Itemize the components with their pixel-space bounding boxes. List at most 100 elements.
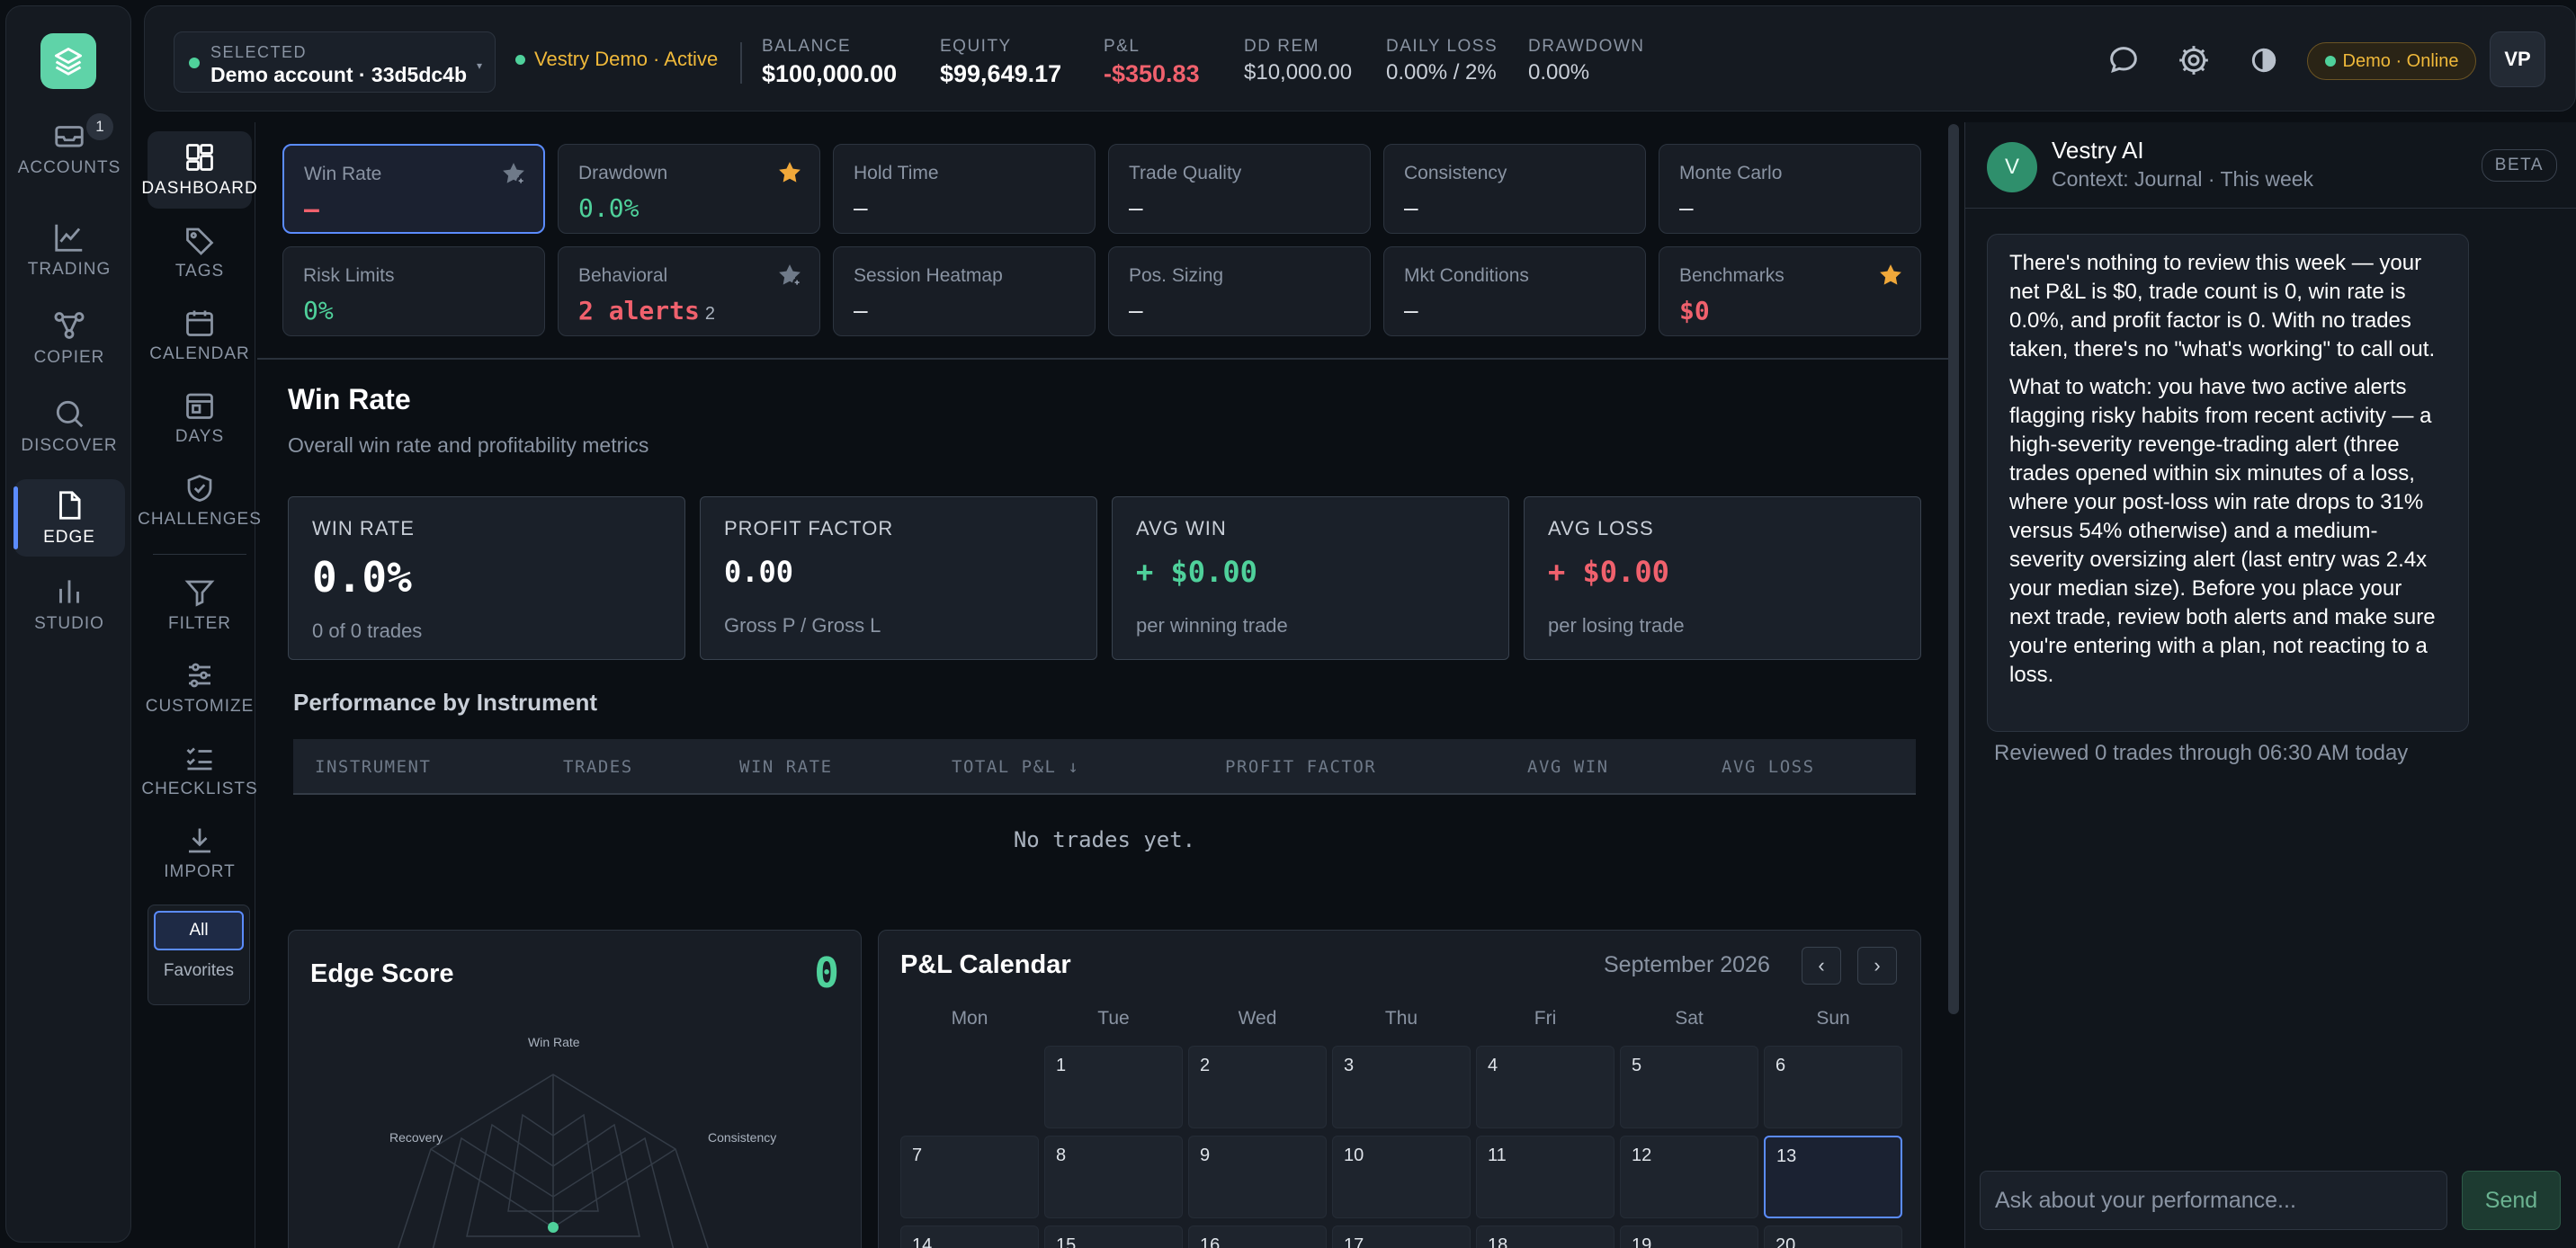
calendar-day[interactable]: 12 (1620, 1136, 1758, 1218)
widget-card-mkt-conditions[interactable]: Mkt Conditions – (1383, 246, 1646, 336)
subnav-item-calendar[interactable]: CALENDAR (148, 297, 252, 374)
calendar-day[interactable]: 5 (1620, 1046, 1758, 1128)
calendar-day[interactable]: 1 (1044, 1046, 1183, 1128)
stat-value: $10,000.00 (1244, 60, 1353, 85)
widget-card-monte-carlo[interactable]: Monte Carlo – (1659, 144, 1921, 234)
stat-dd-rem: DD REM $10,000.00 (1244, 37, 1352, 85)
account-selector-value: Demo account · 33d5dc4b (210, 63, 468, 86)
scope-favorites-button[interactable]: Favorites (148, 961, 249, 981)
calendar-day-number: 12 (1632, 1145, 1652, 1165)
stat-value: $99,649.17 (940, 60, 1062, 87)
widget-card-label: Pos. Sizing (1129, 265, 1224, 286)
star-add-icon[interactable] (500, 160, 527, 187)
calendar-day[interactable]: 18 (1476, 1226, 1614, 1248)
ai-assistant-panel: V Vestry AI Context: Journal · This week… (1964, 122, 2576, 1248)
calendar-day-number: 13 (1776, 1146, 1797, 1166)
calendar-day[interactable]: 11 (1476, 1136, 1614, 1218)
widget-card-risk-limits[interactable]: Risk Limits 0% (282, 246, 545, 336)
table-title: Performance by Instrument (293, 689, 598, 716)
calendar-day[interactable]: 2 (1188, 1046, 1327, 1128)
calendar-day[interactable]: 15 (1044, 1226, 1183, 1248)
gear-icon[interactable] (2176, 42, 2212, 78)
app-logo-icon[interactable] (40, 33, 96, 89)
widget-card-session-heatmap[interactable]: Session Heatmap – (833, 246, 1096, 336)
send-button[interactable]: Send (2462, 1171, 2561, 1230)
subnav-item-import[interactable]: IMPORT (148, 815, 252, 892)
main-scrollbar[interactable] (1948, 124, 1959, 1014)
calendar-day[interactable]: 7 (900, 1136, 1039, 1218)
widget-card-consistency[interactable]: Consistency – (1383, 144, 1646, 234)
calendar-day[interactable]: 19 (1620, 1226, 1758, 1248)
rail-item-copier[interactable]: COPIER (13, 299, 125, 377)
calendar-day[interactable]: 20 (1764, 1226, 1902, 1248)
calendar-day[interactable]: 10 (1332, 1136, 1471, 1218)
subnav-item-customize[interactable]: CUSTOMIZE (146, 649, 253, 727)
subnav-item-label: DASHBOARD (141, 179, 258, 198)
column-header-profit-factor[interactable]: PROFIT FACTOR (1225, 757, 1376, 777)
column-header-avg-loss[interactable]: AVG LOSS (1722, 757, 1815, 777)
rail-item-trading[interactable]: TRADING (13, 211, 125, 289)
widget-card-benchmarks[interactable]: Benchmarks $0 (1659, 246, 1921, 336)
column-header-win-rate[interactable]: WIN RATE (739, 757, 833, 777)
column-header-instrument[interactable]: INSTRUMENT (315, 757, 431, 777)
calendar-day-number: 9 (1200, 1145, 1211, 1165)
widget-card-label: Hold Time (854, 163, 939, 183)
rail-item-studio[interactable]: STUDIO (13, 566, 125, 643)
rail-item-discover[interactable]: DISCOVER (13, 388, 125, 465)
calendar-day[interactable]: 14 (900, 1226, 1039, 1248)
column-header-trades[interactable]: TRADES (563, 757, 633, 777)
subnav-item-challenges[interactable]: CHALLENGES (138, 462, 261, 539)
stat-drawdown: DRAWDOWN 0.00% (1528, 37, 1645, 85)
scope-all-button[interactable]: All (154, 911, 244, 950)
widget-card-win-rate[interactable]: Win Rate – (282, 144, 545, 234)
account-selector[interactable]: SELECTED Demo account · 33d5dc4b ▾ (174, 31, 496, 93)
subnav-item-checklists[interactable]: CHECKLISTS (141, 732, 257, 809)
subnav-item-tags[interactable]: TAGS (148, 214, 252, 291)
star-icon[interactable] (776, 159, 803, 186)
firm-status: Vestry Demo · Active (515, 48, 718, 71)
widget-card-trade-quality[interactable]: Trade Quality – (1108, 144, 1371, 234)
widget-card-pos-sizing[interactable]: Pos. Sizing – (1108, 246, 1371, 336)
primary-sidebar: ACCOUNTS 1 TRADING COPIER DISCOVER EDGE … (5, 5, 131, 1243)
calendar-day[interactable]: 3 (1332, 1046, 1471, 1128)
radar-chart (398, 1074, 709, 1248)
calendar-day[interactable]: 9 (1188, 1136, 1327, 1218)
calendar-day[interactable]: 16 (1188, 1226, 1327, 1248)
widget-card-value: – (1404, 296, 1418, 324)
calendar-day-number: 14 (912, 1235, 933, 1248)
pnl-calendar-card: P&L Calendar September 2026 ‹ › Mon Tue We… (878, 930, 1921, 1248)
metric-subtext: 0 of 0 trades (312, 620, 423, 642)
column-header-avg-win[interactable]: AVG WIN (1527, 757, 1609, 777)
widget-card-hold-time[interactable]: Hold Time – (833, 144, 1096, 234)
subnav-item-dashboard[interactable]: DASHBOARD (141, 131, 257, 209)
subnav-item-days[interactable]: DAYS (148, 379, 252, 457)
metric-card-avg-win: AVG WIN + $0.00 per winning trade (1112, 496, 1509, 660)
subnav-item-filter[interactable]: FILTER (148, 566, 252, 644)
account-selector-label: SELECTED (210, 43, 308, 61)
calendar-day[interactable]: 6 (1764, 1046, 1902, 1128)
calendar-day[interactable]: 8 (1044, 1136, 1183, 1218)
divider (740, 42, 742, 84)
rail-item-accounts[interactable]: ACCOUNTS 1 (13, 110, 125, 187)
radar-axis-label: Consistency (708, 1130, 777, 1145)
rail-item-edge[interactable]: EDGE (13, 479, 125, 557)
star-icon[interactable] (1877, 262, 1904, 289)
calendar-day-today[interactable]: 13 (1764, 1136, 1902, 1218)
weekday-header: Sat (1675, 1008, 1704, 1029)
user-avatar-button[interactable]: VP (2490, 31, 2545, 87)
calendar-next-button[interactable]: › (1857, 947, 1897, 985)
calendar-day[interactable]: 4 (1476, 1046, 1614, 1128)
column-header-total-pnl[interactable]: TOTAL P&L ↓ (952, 757, 1079, 777)
chat-bubble-icon[interactable] (2106, 42, 2142, 78)
star-add-icon[interactable] (776, 262, 803, 289)
theme-toggle-icon[interactable] (2246, 42, 2282, 78)
ai-chat-input[interactable] (1980, 1171, 2447, 1230)
calendar-day[interactable]: 17 (1332, 1226, 1471, 1248)
document-icon (59, 491, 81, 520)
ai-name: Vestry AI (2052, 137, 2144, 164)
metric-card-avg-loss: AVG LOSS + $0.00 per losing trade (1524, 496, 1921, 660)
calendar-prev-button[interactable]: ‹ (1802, 947, 1841, 985)
widget-card-behavioral[interactable]: Behavioral 2 alerts 2 (558, 246, 820, 336)
calendar-month-label: September 2026 (1604, 952, 1770, 977)
widget-card-drawdown[interactable]: Drawdown 0.0% (558, 144, 820, 234)
